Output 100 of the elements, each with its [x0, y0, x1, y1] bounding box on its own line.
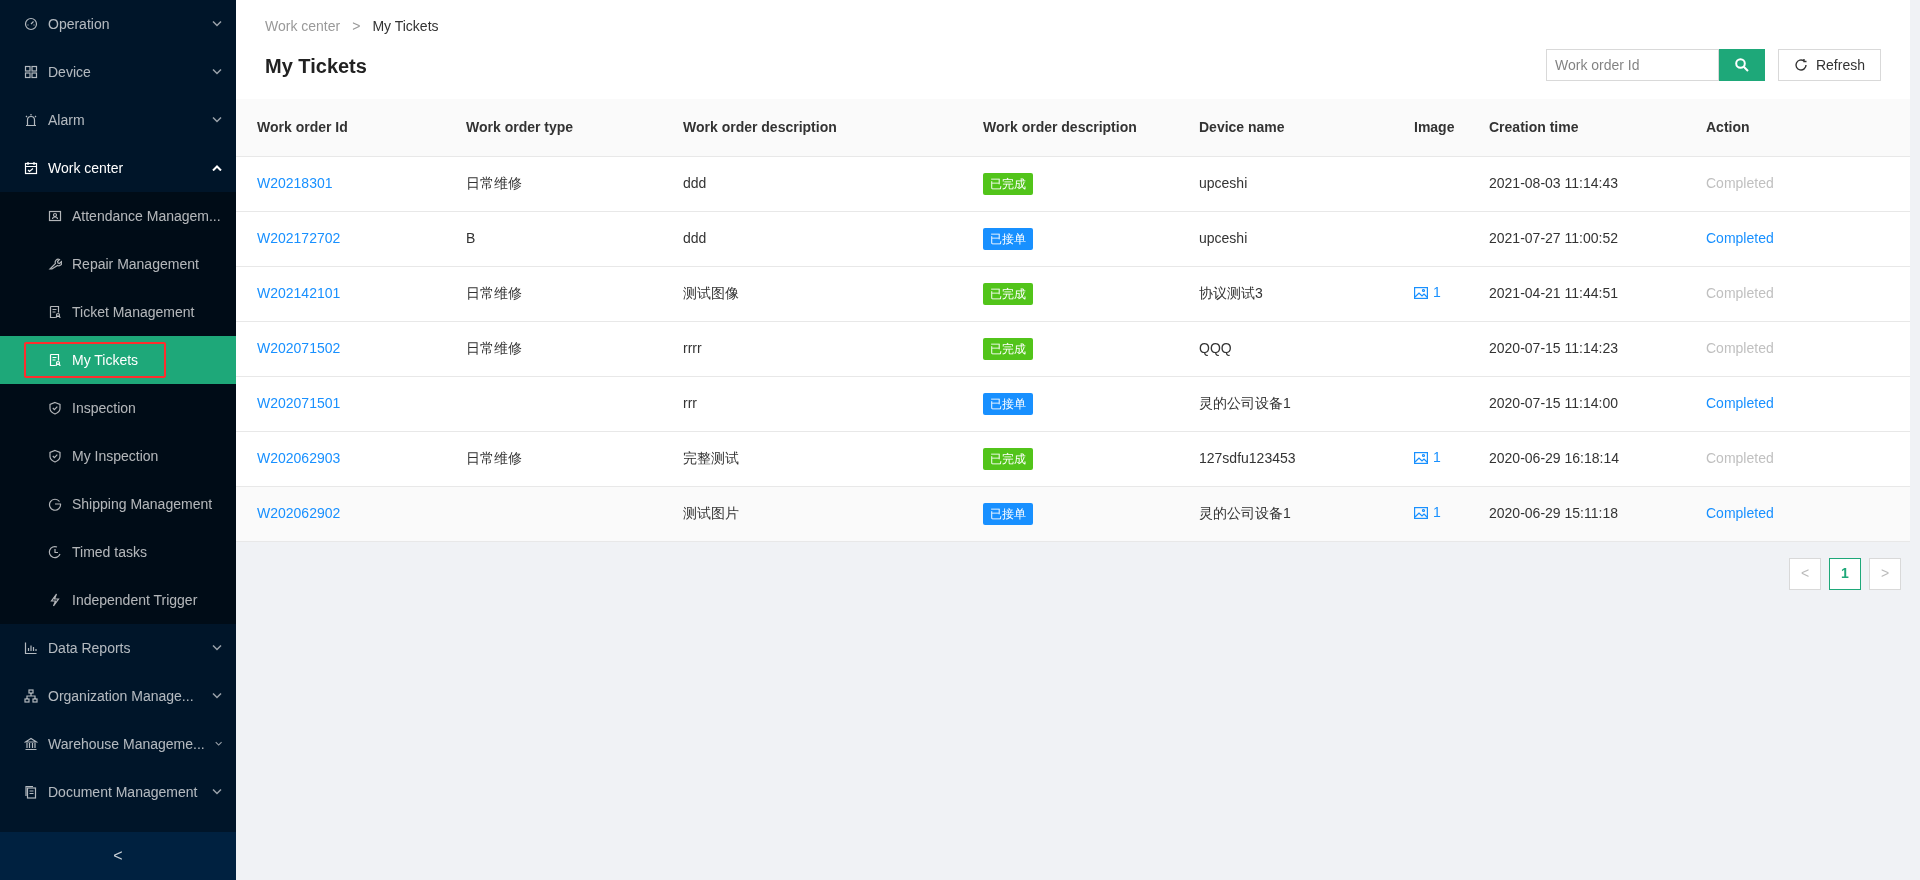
- caret-down-icon: [212, 117, 222, 123]
- receipt-icon: [48, 305, 62, 319]
- column-header: Work order description: [683, 99, 983, 156]
- column-header: Work order type: [466, 99, 683, 156]
- previous-page-button[interactable]: <: [1789, 557, 1821, 590]
- table-cell: 日常维修: [466, 175, 522, 191]
- sidebar-menu-item[interactable]: Organization Manage...: [0, 672, 236, 720]
- work-order-link[interactable]: W202062902: [257, 505, 341, 521]
- image-link[interactable]: 1: [1414, 502, 1441, 524]
- sidebar-submenu-item[interactable]: My Tickets: [24, 342, 166, 378]
- calendar-icon: [24, 161, 38, 175]
- breadcrumb-current: My Tickets: [372, 17, 439, 36]
- table-cell: 协议测试3: [1199, 285, 1263, 301]
- table-cell: 2020-06-29 15:11:18: [1489, 505, 1618, 521]
- picture-icon: [1414, 286, 1428, 299]
- page-button[interactable]: 1: [1829, 557, 1861, 590]
- wrench-icon: [48, 257, 62, 271]
- sidebar-submenu-item[interactable]: Repair Management: [24, 246, 215, 282]
- refresh-button[interactable]: Refresh: [1777, 49, 1881, 81]
- sidebar-menu-item[interactable]: Alarm: [0, 96, 236, 144]
- table-cell: 2021-04-21 11:44:51: [1489, 285, 1618, 301]
- image-link[interactable]: 1: [1414, 447, 1441, 469]
- caret-down-icon: [214, 741, 222, 747]
- sidebar-menu-item[interactable]: Data Reports: [0, 624, 236, 672]
- gauge-icon: [24, 17, 38, 31]
- table-cell: 127sdfu123453: [1199, 450, 1296, 466]
- status-tag: 已完成: [983, 282, 1033, 305]
- sidebar-submenu-item[interactable]: Inspection: [24, 390, 152, 426]
- sidebar-submenu-item[interactable]: Independent Trigger: [24, 582, 214, 618]
- status-tag: 已接单: [983, 502, 1033, 525]
- table-cell: 日常维修: [466, 450, 522, 466]
- caret-down-icon: [212, 789, 222, 795]
- table-cell: ddd: [683, 230, 707, 246]
- picture-icon: [1414, 451, 1428, 464]
- breadcrumb-separator: >: [351, 17, 362, 36]
- status-tag: 已完成: [983, 337, 1033, 360]
- table-cell: QQQ: [1199, 340, 1232, 356]
- sidebar-menu-item[interactable]: Device: [0, 48, 236, 96]
- picture-icon: [1414, 506, 1428, 519]
- image-link[interactable]: 1: [1414, 282, 1441, 304]
- table-cell: 2021-08-03 11:14:43: [1489, 175, 1618, 191]
- sidebar-menu-item[interactable]: Document Management: [0, 768, 236, 816]
- column-header: Action: [1706, 99, 1910, 156]
- grid-icon: [24, 65, 38, 79]
- sidebar-submenu-item[interactable]: Shipping Management: [24, 486, 229, 522]
- id-card-icon: [48, 209, 62, 223]
- search-button[interactable]: [1718, 49, 1765, 81]
- bank-icon: [24, 737, 38, 751]
- work-order-link[interactable]: W202071502: [257, 340, 341, 356]
- table-cell: upceshi: [1199, 175, 1248, 191]
- clock-icon: [48, 545, 62, 559]
- status-tag: 已完成: [983, 172, 1033, 195]
- table-cell: 2021-07-27 11:00:52: [1489, 230, 1618, 246]
- collapse-button[interactable]: <: [0, 832, 236, 880]
- caret-down-icon: [212, 21, 222, 27]
- breadcrumb-link[interactable]: Work center: [265, 16, 341, 37]
- work-order-link[interactable]: W202062903: [257, 450, 341, 466]
- sidebar-submenu-item[interactable]: Ticket Management: [24, 294, 211, 330]
- search-field[interactable]: Work order Id: [1545, 49, 1719, 81]
- work-order-link[interactable]: W202172702: [257, 230, 341, 246]
- caret-down-icon: [212, 693, 222, 699]
- sidebar-menu-item[interactable]: Work center: [0, 144, 236, 192]
- work-order-link[interactable]: W20218301: [257, 175, 333, 191]
- table-cell: 灵的公司设备1: [1199, 505, 1291, 521]
- column-header: Creation time: [1489, 99, 1706, 156]
- table-cell: 测试图片: [683, 505, 739, 521]
- table-cell: 2020-06-29 16:18:14: [1489, 450, 1619, 466]
- caret-down-icon: [212, 69, 222, 75]
- shield-icon: [48, 449, 62, 463]
- caret-down-icon: [212, 645, 222, 651]
- receipt-icon: [48, 353, 62, 367]
- table-cell: rrr: [683, 395, 697, 411]
- table-cell: upceshi: [1199, 230, 1248, 246]
- hierarchy-icon: [24, 689, 38, 703]
- completed-link[interactable]: Completed: [1706, 395, 1774, 411]
- page-title: My Tickets: [265, 54, 368, 79]
- status-tag: 已接单: [983, 227, 1033, 250]
- table-cell: 测试图像: [683, 285, 739, 301]
- work-order-link[interactable]: W202142101: [257, 285, 341, 301]
- completed-link[interactable]: Completed: [1706, 505, 1774, 521]
- table-cell: 日常维修: [466, 285, 522, 301]
- column-header: Work order description: [983, 99, 1199, 156]
- next-page-button[interactable]: >: [1869, 557, 1901, 590]
- bar-chart-icon: [24, 641, 38, 655]
- column-header: Device name: [1199, 99, 1414, 156]
- work-order-link[interactable]: W202071501: [257, 395, 341, 411]
- table-cell: ddd: [683, 175, 707, 191]
- table-cell: B: [466, 230, 476, 246]
- sidebar-submenu-item[interactable]: My Inspection: [24, 438, 175, 474]
- documents-icon: [24, 785, 38, 799]
- table-cell: 灵的公司设备1: [1199, 395, 1291, 411]
- sidebar-menu-item[interactable]: Warehouse Manageme...: [0, 720, 236, 768]
- refresh-icon: [1793, 58, 1808, 72]
- sidebar-submenu-item[interactable]: Attendance Managem...: [24, 198, 237, 234]
- sidebar-submenu-item[interactable]: Timed tasks: [24, 534, 163, 570]
- sidebar-menu-item[interactable]: Operation: [0, 0, 236, 48]
- completed-link[interactable]: Completed: [1706, 230, 1774, 246]
- siren-icon: [24, 113, 38, 127]
- table-cell: 2020-07-15 11:14:23: [1489, 340, 1618, 356]
- table-cell: 日常维修: [466, 340, 522, 356]
